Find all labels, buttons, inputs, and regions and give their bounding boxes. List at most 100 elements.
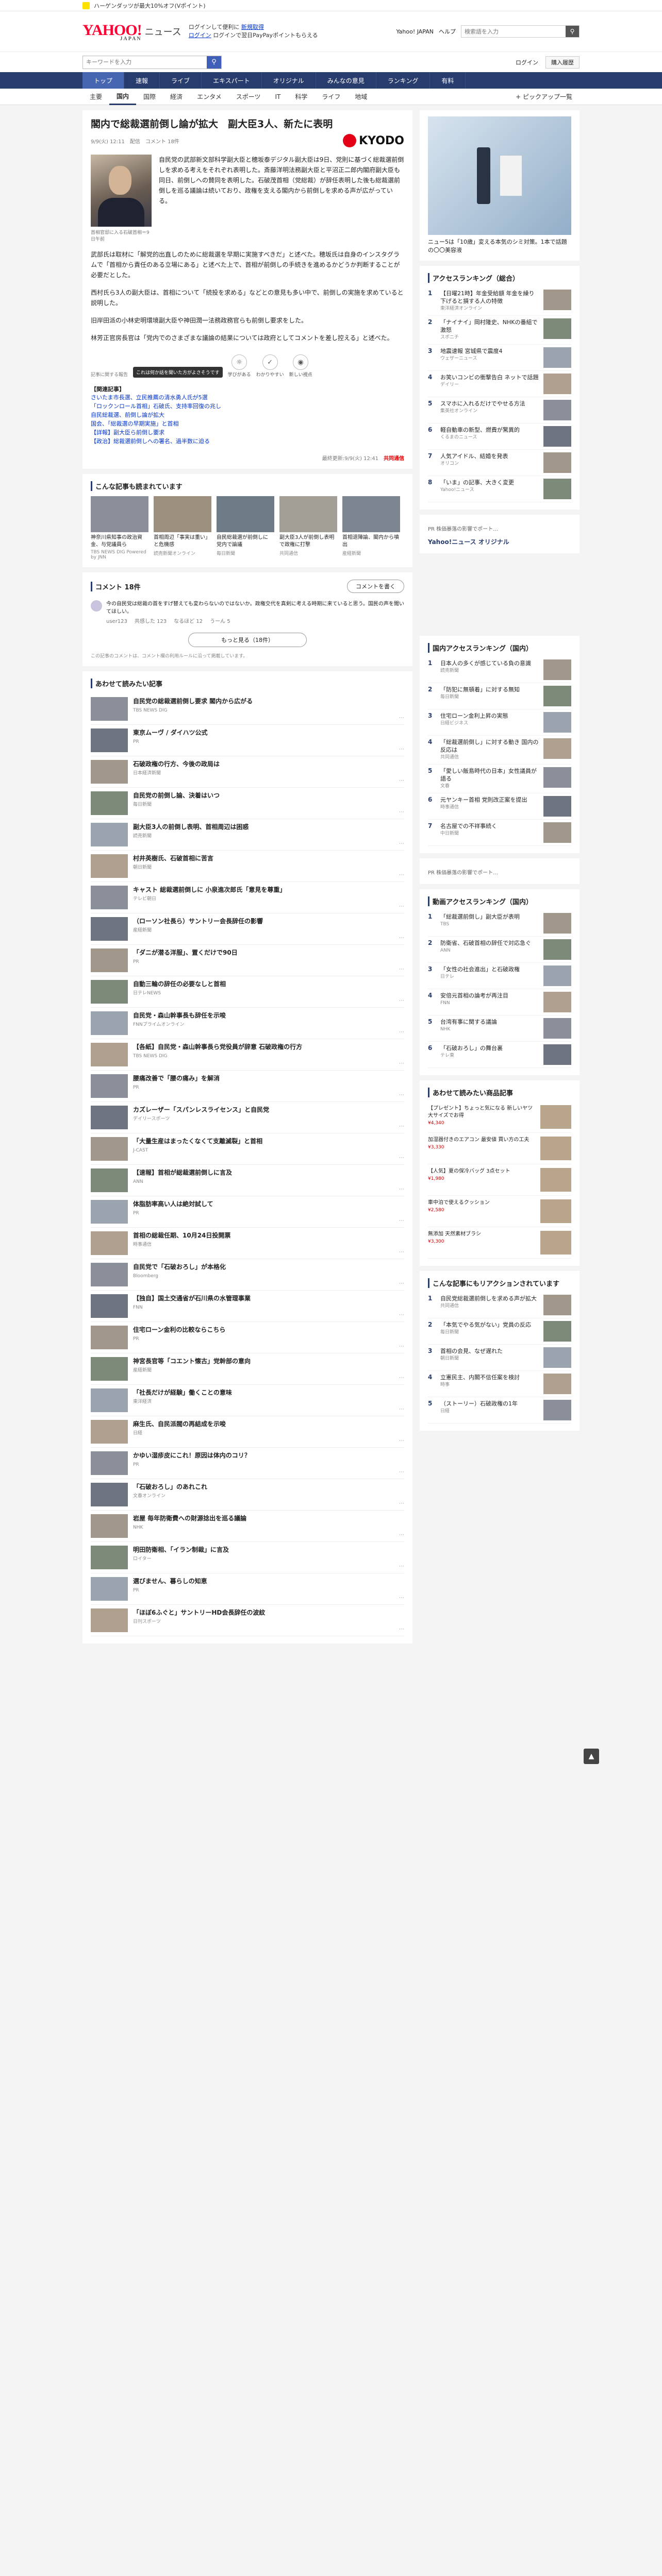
yahoo-top-link[interactable]: Yahoo! JAPAN	[396, 28, 434, 35]
tab-domestic[interactable]: 国内	[109, 89, 137, 105]
ranking-item[interactable]: 7 名古屋での不祥事続く 中日新聞	[428, 820, 571, 846]
search-icon[interactable]: ⚲	[207, 56, 221, 69]
list-item[interactable]: 「石破おろし」のあれこれ 文春オンライン ⋯	[91, 1479, 404, 1511]
list-item[interactable]: 【速報】首相が総裁選前倒しに言及 ANN ⋯	[91, 1165, 404, 1196]
related-link[interactable]: 国会、「総裁選の早期実施」と首相	[91, 419, 404, 428]
thumb-item[interactable]: 自民総裁選が前倒しに 党内で論議 毎日新聞	[217, 496, 274, 560]
ranking-item[interactable]: 1 日本人の多くが感じている負の意識 読売新聞	[428, 657, 571, 683]
more-options-icon[interactable]: ⋯	[399, 1187, 404, 1192]
nav-top[interactable]: トップ	[82, 72, 125, 89]
shopping-item[interactable]: 加湿器付きのエアコン 最安値 買い方の工夫 ¥3,330	[428, 1133, 571, 1164]
list-item[interactable]: 麻生氏、自民派閥の再結成を示唆 日経 ⋯	[91, 1416, 404, 1448]
more-options-icon[interactable]: ⋯	[399, 1281, 404, 1286]
list-item[interactable]: 自民党・森山幹事長も辞任を示唆 FNNプライムオンライン ⋯	[91, 1008, 404, 1039]
more-options-icon[interactable]: ⋯	[399, 841, 404, 846]
list-item[interactable]: （ローソン社長ら）サントリー会長辞任の影響 産経新聞 ⋯	[91, 913, 404, 945]
list-item[interactable]: キャスト 総裁選前倒しに 小泉進次郎氏「意見を尊重」 テレビ朝日 ⋯	[91, 882, 404, 913]
comment-count-link[interactable]: コメント 18件	[145, 137, 179, 145]
more-options-icon[interactable]: ⋯	[399, 998, 404, 1004]
nav-opinion[interactable]: みんなの意見	[316, 72, 376, 89]
more-options-icon[interactable]: ⋯	[399, 967, 404, 972]
list-item[interactable]: 選びません、暮らしの知恵 PR ⋯	[91, 1573, 404, 1605]
list-item[interactable]: 【独自】国土交通省が石川県の水管理事業 FNN ⋯	[91, 1291, 404, 1322]
tab-it[interactable]: IT	[268, 89, 288, 105]
ranking-item[interactable]: 5 （ストーリー）石破政権の1年 日経	[428, 1397, 571, 1423]
shopping-item[interactable]: 車中泊で使えるクッション ¥2,580	[428, 1196, 571, 1227]
more-options-icon[interactable]: ⋯	[399, 1061, 404, 1066]
list-item[interactable]: 岩屋 毎年防衛費への財源捻出を巡る議論 NHK ⋯	[91, 1511, 404, 1542]
thumb-item[interactable]: 首相退陣論、閣内から噴出 産経新聞	[342, 496, 400, 560]
ranking-item[interactable]: 2 「ナイナイ」岡村隆史、NHKの番組で激怒 スポニチ	[428, 316, 571, 345]
header-search-input[interactable]	[461, 26, 566, 37]
shopping-item[interactable]: 無添加 天然素材ブラシ ¥3,300	[428, 1227, 571, 1259]
yahoo-logo[interactable]: YAHOO! JAPAN	[82, 22, 142, 42]
ranking-item[interactable]: 4 お笑いコンビの衝撃告白 ネットで話題 デイリー	[428, 371, 571, 397]
tab-life[interactable]: ライフ	[315, 89, 347, 105]
disagree-button[interactable]: うーん 5	[210, 618, 230, 625]
related-link[interactable]: 「ロックンロール首相」石破氏、支持率回復の兆し	[91, 402, 404, 411]
tab-economy[interactable]: 経済	[163, 89, 190, 105]
ranking-item[interactable]: 2 「本気でやる気がない」党員の反応 毎日新聞	[428, 1318, 571, 1345]
more-options-icon[interactable]: ⋯	[399, 809, 404, 815]
nav-original[interactable]: オリジナル	[262, 72, 316, 89]
more-options-icon[interactable]: ⋯	[399, 747, 404, 752]
pr-link[interactable]: PR 株価暴落の影響でポート…	[428, 526, 571, 533]
list-item[interactable]: 副大臣3人の前倒し表明、首相周辺は困惑 読売新聞 ⋯	[91, 819, 404, 851]
sidebar-ad[interactable]: ニュー5は「10歳」変える本気のシミ対策。1本で話題の〇〇美容液	[420, 110, 580, 261]
more-options-icon[interactable]: ⋯	[399, 1155, 404, 1161]
pr-link[interactable]: PR 株価暴落の影響でポート…	[428, 870, 571, 877]
tab-science[interactable]: 科学	[288, 89, 315, 105]
list-item[interactable]: 自動三輪の辞任の必要なしと首相 日テレNEWS ⋯	[91, 976, 404, 1008]
more-options-icon[interactable]: ⋯	[399, 715, 404, 721]
purchase-history-button[interactable]: 購入履歴	[545, 56, 580, 69]
register-link[interactable]: 新規取得	[241, 24, 264, 30]
list-item[interactable]: 石破政権の行方、今後の政局は 日本経済新聞 ⋯	[91, 756, 404, 788]
ranking-item[interactable]: 3 「女性の社会進出」と石破政権 日テレ	[428, 963, 571, 989]
ranking-item[interactable]: 3 住宅ローン金利上昇の実態 日経ビジネス	[428, 709, 571, 736]
more-options-icon[interactable]: ⋯	[399, 1438, 404, 1444]
pickup-list-link[interactable]: + ピックアップ一覧	[508, 89, 580, 105]
list-item[interactable]: 首相の総裁任期、10月24日投開票 時事通信 ⋯	[91, 1228, 404, 1259]
ranking-item[interactable]: 3 首相の会見、なぜ遅れた 朝日新聞	[428, 1345, 571, 1371]
list-item[interactable]: 明田防衛相、「イラン制裁」に言及 ロイター ⋯	[91, 1542, 404, 1573]
ranking-item[interactable]: 5 台湾有事に関する議論 NHK	[428, 1015, 571, 1042]
ranking-item[interactable]: 8 「いま」の記事、大きく変更 Yahoo!ニュース	[428, 476, 571, 502]
list-item[interactable]: 【各紙】自民党・森山幹事長ら党役員が辞意 石破政権の行方 TBS NEWS DIG…	[91, 1039, 404, 1071]
ranking-item[interactable]: 6 「石破おろし」の舞台裏 テレ東	[428, 1042, 571, 1068]
insight-button[interactable]: なるほど 12	[174, 618, 203, 625]
ranking-item[interactable]: 6 軽自動車の新型、燃費が驚異的 くるまのニュース	[428, 423, 571, 450]
list-item[interactable]: 「大量生産はまったくなくて支離滅裂」と首相 J-CAST ⋯	[91, 1133, 404, 1165]
thumb-item[interactable]: 首相周辺「事実は重い」と危機感 読売新聞オンライン	[154, 496, 211, 560]
more-options-icon[interactable]: ⋯	[399, 1124, 404, 1129]
more-options-icon[interactable]: ⋯	[399, 1595, 404, 1601]
more-options-icon[interactable]: ⋯	[399, 1406, 404, 1412]
article-photo[interactable]: 首相官邸に入る石破首相＝9日午前	[91, 155, 152, 242]
search-icon[interactable]: ⚲	[566, 26, 579, 37]
related-link[interactable]: 【詳報】副大臣ら前倒し要求	[91, 428, 404, 437]
original-link[interactable]: Yahoo!ニュース オリジナル	[428, 537, 571, 546]
list-item[interactable]: 「ほぼ6ふぐと」サントリーHD会長辞任の波紋 日刊スポーツ ⋯	[91, 1605, 404, 1636]
more-options-icon[interactable]: ⋯	[399, 935, 404, 941]
tab-sports[interactable]: スポーツ	[229, 89, 268, 105]
scroll-top-icon[interactable]: ▲	[584, 1749, 599, 1764]
comment-user[interactable]: user123	[106, 618, 127, 625]
list-item[interactable]: 自民党の前倒し論、決着はいつ 毎日新聞 ⋯	[91, 788, 404, 819]
list-item[interactable]: 自民党で「石破おろし」が本格化 Bloomberg ⋯	[91, 1259, 404, 1291]
expert-banner[interactable]: PR 株価暴落の影響でポート… Yahoo!ニュース オリジナル	[420, 515, 580, 553]
nav-breaking[interactable]: 速報	[124, 72, 160, 89]
write-comment-button[interactable]: コメントを書く	[347, 580, 404, 593]
list-item[interactable]: 「ダニが潜る洋服」、置くだけで90日 PR ⋯	[91, 945, 404, 976]
list-item[interactable]: 東京ムーヴ / ダイハツ公式 PR ⋯	[91, 725, 404, 756]
login-link[interactable]: ログイン	[189, 32, 211, 39]
more-options-icon[interactable]: ⋯	[399, 1564, 404, 1569]
ranking-item[interactable]: 4 「総裁選前倒し」に対する動き 国内の反応は 共同通信	[428, 736, 571, 765]
ranking-item[interactable]: 2 「防犯に無頓着」に対する無知 毎日新聞	[428, 683, 571, 709]
ranking-item[interactable]: 6 元ヤンキー首相 党則改正案を提出 時事通信	[428, 793, 571, 820]
shopping-item[interactable]: 【プレゼント】ちょっと気になる 新しいヤツ 大サイズでお得 ¥4,340	[428, 1101, 571, 1133]
ranking-item[interactable]: 1 「総裁選前倒し」副大臣が表明 TBS	[428, 910, 571, 937]
reaction-learn-button[interactable]: ☼ 学びがある	[228, 354, 251, 378]
more-comments-button[interactable]: もっと見る（18件）	[188, 633, 307, 647]
report-link[interactable]: 記事に関する報告	[91, 371, 128, 378]
more-options-icon[interactable]: ⋯	[399, 778, 404, 784]
list-item[interactable]: カズレーザー「スパンレスライセンス」と自民党 デイリースポーツ ⋯	[91, 1102, 404, 1133]
